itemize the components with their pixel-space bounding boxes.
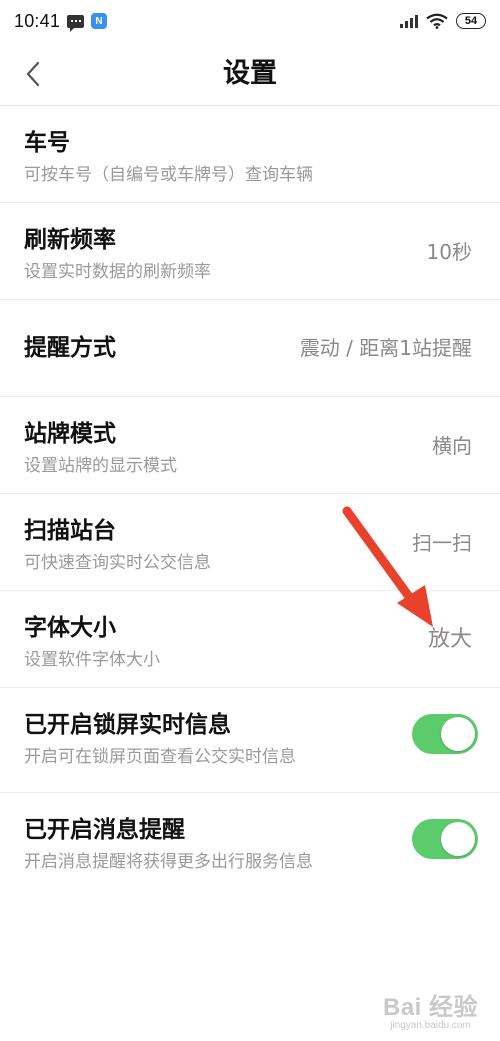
setting-title: 已开启锁屏实时信息 — [24, 712, 231, 738]
toggle-knob — [441, 717, 475, 751]
lockscreen-info-toggle[interactable] — [412, 714, 478, 754]
message-icon — [67, 14, 85, 32]
setting-title: 扫描站台 — [24, 518, 116, 544]
setting-subtitle: 设置站牌的显示模式 — [24, 456, 177, 476]
setting-value: 震动 / 距离1站提醒 — [299, 336, 472, 360]
status-bar: 10:41 N 54 — [0, 0, 500, 42]
watermark-url: jingyan.baidu.com — [390, 1020, 471, 1031]
setting-title: 刷新频率 — [24, 227, 116, 253]
setting-subtitle: 开启消息提醒将获得更多出行服务信息 — [24, 852, 313, 872]
status-time: 10:41 — [14, 10, 61, 31]
signal-icon — [400, 14, 418, 28]
setting-lockscreen-info: 已开启锁屏实时信息 开启可在锁屏页面查看公交实时信息 — [0, 688, 500, 793]
setting-subtitle: 设置实时数据的刷新频率 — [24, 262, 211, 282]
page-title: 设置 — [223, 58, 277, 89]
setting-refresh-rate[interactable]: 刷新频率 设置实时数据的刷新频率 10秒 — [0, 203, 500, 300]
setting-subtitle: 可快速查询实时公交信息 — [24, 553, 211, 573]
baidu-watermark: Bai 经验 jingyan.baidu.com — [383, 987, 478, 1031]
watermark-logo: Bai 经验 — [382, 994, 478, 1021]
red-arrow-annotation — [342, 506, 433, 627]
setting-reminder-mode[interactable]: 提醒方式 震动 / 距离1站提醒 — [0, 300, 500, 397]
setting-stop-sign-mode[interactable]: 站牌模式 设置站牌的显示模式 横向 — [0, 397, 500, 494]
setting-subtitle: 设置软件字体大小 — [24, 650, 160, 670]
app-notification-icon: N — [91, 13, 108, 29]
message-reminder-toggle[interactable] — [412, 819, 478, 859]
setting-value: 10秒 — [426, 240, 472, 264]
toggle-knob — [441, 822, 475, 856]
battery-icon: 54 — [456, 13, 486, 29]
setting-value: 横向 — [432, 434, 472, 458]
settings-list: 车号 可按车号（自编号或车牌号）查询车辆 刷新频率 设置实时数据的刷新频率 10… — [0, 106, 500, 898]
setting-title: 站牌模式 — [24, 421, 116, 447]
setting-subtitle: 开启可在锁屏页面查看公交实时信息 — [24, 747, 296, 767]
nav-bar: 设置 — [0, 42, 500, 106]
setting-title: 提醒方式 — [24, 335, 116, 361]
wifi-icon — [426, 13, 448, 29]
setting-bus-number[interactable]: 车号 可按车号（自编号或车牌号）查询车辆 — [0, 106, 500, 203]
setting-title: 车号 — [24, 130, 70, 156]
setting-title: 已开启消息提醒 — [24, 817, 185, 843]
setting-title: 字体大小 — [24, 615, 116, 641]
setting-message-reminder: 已开启消息提醒 开启消息提醒将获得更多出行服务信息 — [0, 793, 500, 898]
setting-subtitle: 可按车号（自编号或车牌号）查询车辆 — [24, 165, 313, 185]
